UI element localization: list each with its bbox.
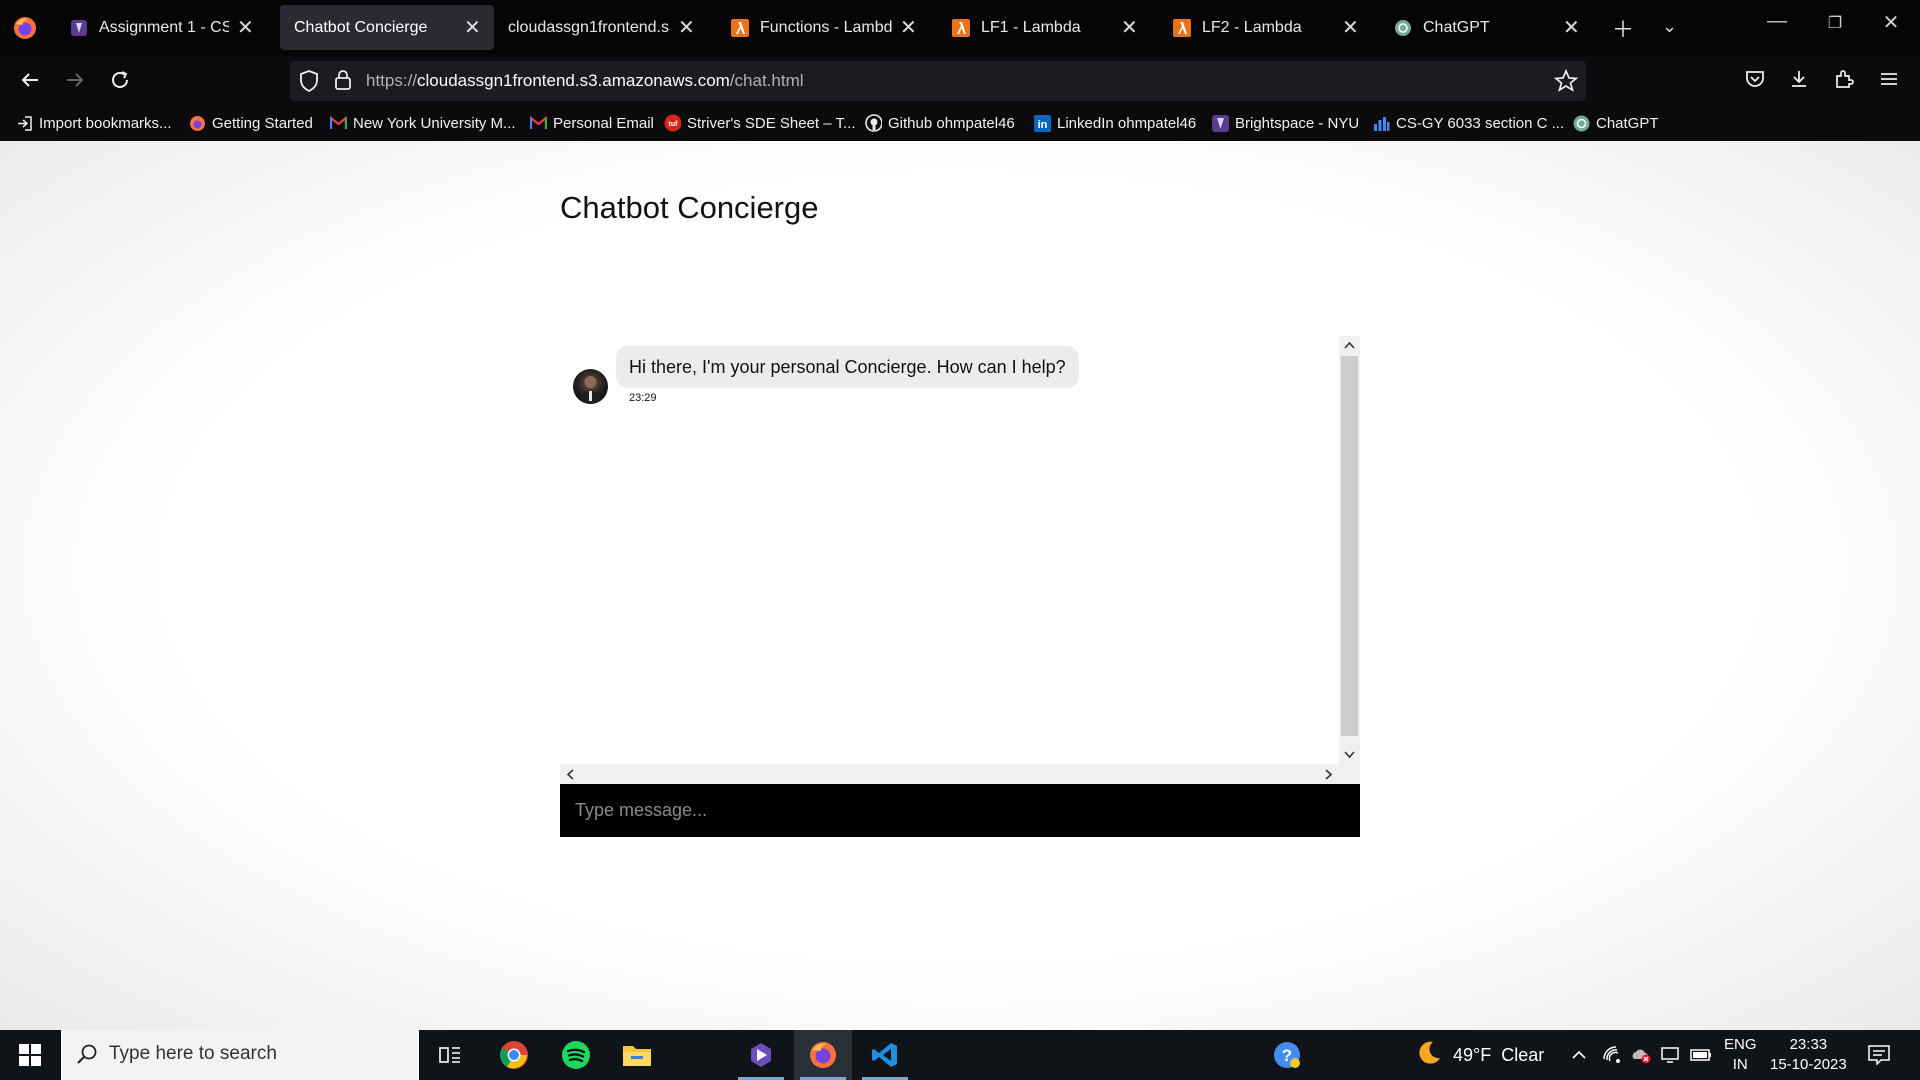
bookmark-import[interactable]: Import bookmarks...: [16, 113, 172, 133]
url-text[interactable]: https://cloudassgn1frontend.s3.amazonaws…: [366, 71, 804, 91]
bookmark-chatgpt[interactable]: ChatGPT: [1573, 113, 1659, 133]
message-timestamp: 23:29: [629, 392, 657, 404]
linkedin-icon: in: [1034, 114, 1051, 132]
bookmark-personal-email[interactable]: Personal Email: [530, 113, 654, 133]
tab-chatgpt[interactable]: ChatGPT ✕: [1379, 5, 1593, 50]
taskbar-search-box[interactable]: Type here to search: [61, 1030, 419, 1080]
file-explorer-icon[interactable]: [608, 1030, 666, 1080]
chatgpt-icon: [1573, 115, 1590, 132]
app-menu-icon[interactable]: [1878, 68, 1900, 95]
bot-message-bubble: Hi there, I'm your personal Concierge. H…: [616, 346, 1079, 388]
display-settings-icon[interactable]: [1660, 1030, 1680, 1080]
reload-icon[interactable]: [106, 66, 134, 94]
pocket-icon[interactable]: [1744, 68, 1766, 95]
message-input[interactable]: [560, 784, 1360, 837]
task-view-icon[interactable]: [421, 1030, 479, 1080]
bookmarks-toolbar: Import bookmarks... Getting Started New …: [0, 105, 1920, 141]
brightspace-icon: [69, 18, 89, 38]
tab-bar: Assignment 1 - CS-GY ✕ Chatbot Concierge…: [0, 0, 1920, 55]
firefox-taskbar-icon[interactable]: [794, 1030, 852, 1080]
bookmark-cs-gy-6033[interactable]: CS-GY 6033 section C ...: [1373, 113, 1564, 133]
close-tab-icon[interactable]: ✕: [464, 15, 481, 40]
scroll-down-icon[interactable]: [1343, 748, 1356, 761]
horizontal-scrollbar[interactable]: [560, 764, 1360, 784]
scroll-right-icon[interactable]: [1322, 768, 1335, 781]
vertical-scroll-thumb[interactable]: [1341, 356, 1358, 736]
tab-chatbot-concierge[interactable]: Chatbot Concierge ✕: [280, 5, 494, 50]
firefox-icon: [189, 115, 206, 132]
close-tab-icon[interactable]: ✕: [900, 15, 917, 40]
page-title: Chatbot Concierge: [560, 190, 819, 225]
tab-assignment[interactable]: Assignment 1 - CS-GY ✕: [55, 5, 267, 50]
battery-icon[interactable]: [1690, 1030, 1712, 1080]
tab-s3-frontend[interactable]: cloudassgn1frontend.s3.us ✕: [494, 5, 708, 50]
back-icon[interactable]: [16, 66, 44, 94]
minimize-icon[interactable]: —: [1762, 10, 1792, 33]
spotify-icon[interactable]: [547, 1030, 605, 1080]
moon-icon: [1415, 1039, 1443, 1071]
close-window-icon[interactable]: ✕: [1876, 10, 1906, 35]
tab-lf2-lambda[interactable]: LF2 - Lambda ✕: [1158, 5, 1372, 50]
bar-chart-icon: [1373, 115, 1390, 132]
tuf-icon: tuf: [664, 114, 681, 132]
import-icon: [16, 115, 33, 132]
restore-icon[interactable]: ❐: [1820, 13, 1850, 33]
close-tab-icon[interactable]: ✕: [237, 15, 254, 40]
extensions-icon[interactable]: [1833, 68, 1855, 95]
system-clock[interactable]: 23:33 15-10-2023: [1770, 1030, 1847, 1080]
onedrive-error-icon[interactable]: [1630, 1030, 1652, 1080]
network-icon[interactable]: [1602, 1030, 1622, 1080]
language-indicator[interactable]: ENG IN: [1724, 1030, 1757, 1080]
visual-studio-icon[interactable]: [732, 1030, 790, 1080]
vscode-icon[interactable]: [856, 1030, 914, 1080]
bookmark-brightspace[interactable]: Brightspace - NYU: [1212, 113, 1359, 133]
brightspace-icon: [1212, 114, 1229, 132]
bookmark-getting-started[interactable]: Getting Started: [189, 113, 313, 133]
svg-text:in: in: [1038, 119, 1048, 131]
downloads-icon[interactable]: [1788, 68, 1810, 95]
notifications-icon[interactable]: [1868, 1030, 1890, 1080]
close-tab-icon[interactable]: ✕: [678, 15, 695, 40]
windows-taskbar: Type here to search ? 49°F Clear ENG IN …: [0, 1030, 1920, 1080]
bookmark-strivers-sheet[interactable]: tuf Striver's SDE Sheet – T...: [664, 113, 856, 133]
bookmark-star-icon[interactable]: [1553, 68, 1579, 98]
chatgpt-icon: [1393, 18, 1413, 38]
firefox-menu-icon[interactable]: [12, 15, 38, 41]
bookmark-github[interactable]: Github ohmpatel46: [865, 113, 1015, 133]
scroll-up-icon[interactable]: [1343, 339, 1356, 352]
tracking-protection-icon[interactable]: [298, 69, 320, 98]
search-icon: [75, 1043, 99, 1072]
vertical-scrollbar[interactable]: [1339, 336, 1360, 764]
help-icon[interactable]: ?: [1272, 1030, 1302, 1080]
gmail-icon: [330, 115, 347, 132]
gmail-icon: [530, 115, 547, 132]
forward-icon[interactable]: [61, 66, 89, 94]
windows-start-icon[interactable]: [0, 1030, 60, 1080]
close-tab-icon[interactable]: ✕: [1121, 15, 1138, 40]
chat-message-area[interactable]: [560, 336, 1360, 764]
bookmark-nyu-mail[interactable]: New York University M...: [330, 113, 516, 133]
tab-functions-lambda[interactable]: Functions - Lambda ✕: [716, 5, 930, 50]
weather-widget[interactable]: 49°F Clear: [1415, 1030, 1544, 1080]
github-icon: [865, 114, 882, 132]
list-tabs-icon[interactable]: ⌄: [1662, 16, 1677, 37]
chrome-icon[interactable]: [485, 1030, 543, 1080]
scroll-left-icon[interactable]: [564, 768, 577, 781]
close-tab-icon[interactable]: ✕: [1342, 15, 1359, 40]
aws-lambda-icon: [951, 18, 971, 38]
show-hidden-icons-icon[interactable]: [1570, 1030, 1588, 1080]
svg-text:tuf: tuf: [669, 121, 679, 128]
concierge-avatar: [573, 369, 608, 404]
close-tab-icon[interactable]: ✕: [1563, 15, 1580, 40]
tab-lf1-lambda[interactable]: LF1 - Lambda ✕: [937, 5, 1151, 50]
new-tab-icon[interactable]: ＋: [1612, 12, 1634, 44]
lock-icon[interactable]: [334, 69, 352, 96]
aws-lambda-icon: [1172, 18, 1192, 38]
bookmark-linkedin[interactable]: in LinkedIn ohmpatel46: [1034, 113, 1196, 133]
aws-lambda-icon: [730, 18, 750, 38]
